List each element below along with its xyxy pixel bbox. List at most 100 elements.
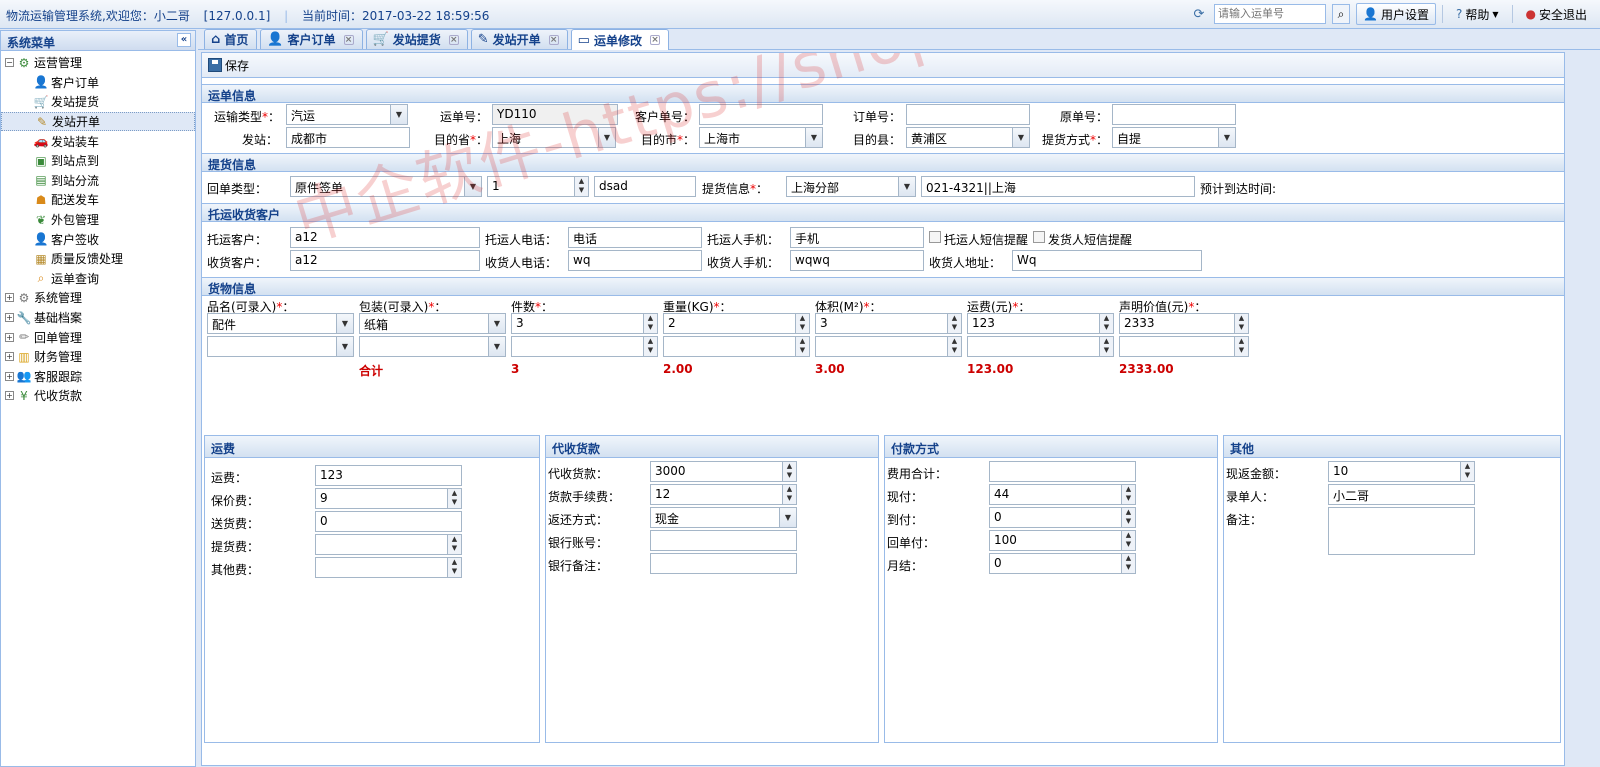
shipper-sms-checkbox[interactable]	[929, 231, 941, 243]
stepper-arrows-icon[interactable]: ▲ ▼	[643, 314, 657, 333]
sidebar-item-customer-sign[interactable]: 👤 客户签收	[1, 229, 195, 249]
close-icon[interactable]: ×	[448, 34, 459, 45]
search-icon[interactable]: ⌕	[1331, 4, 1350, 24]
tree-group-customer-service[interactable]: + 👥 客服跟踪	[1, 367, 195, 387]
monthly-pay-stepper[interactable]: 0 ▲ ▼	[989, 553, 1136, 574]
delivery-fee-field[interactable]: 0	[315, 511, 462, 532]
logout-button[interactable]: ● 安全退出	[1519, 3, 1595, 25]
stepper-arrows-icon[interactable]: ▲ ▼	[1121, 531, 1135, 550]
sidebar-item-quality-feedback[interactable]: ▦ 质量反馈处理	[1, 249, 195, 269]
freight-field[interactable]: 123	[315, 465, 462, 486]
tab-station-billing[interactable]: ✎ 发站开单 ×	[470, 29, 568, 49]
stepper-arrows-icon[interactable]: ▲ ▼	[1099, 337, 1113, 356]
tree-group-cod[interactable]: + ¥ 代收货款	[1, 386, 195, 406]
sidebar-item-arrival-check[interactable]: ▣ 到站点到	[1, 151, 195, 171]
sidebar-item-station-loading[interactable]: 🚗 发站装车	[1, 131, 195, 151]
tab-waybill-edit[interactable]: ▭ 运单修改 ×	[570, 29, 669, 50]
chevron-down-icon[interactable]: ▼	[336, 337, 353, 356]
pickup-fee-stepper[interactable]: ▲ ▼	[315, 534, 462, 555]
stepper-arrows-icon[interactable]: ▲ ▼	[1460, 462, 1474, 481]
entry-user-field[interactable]: 小二哥	[1328, 484, 1475, 505]
chevron-down-icon[interactable]: ▼	[336, 314, 353, 333]
chevron-down-icon[interactable]: ▼	[898, 177, 915, 196]
tree-group-operations[interactable]: − ⚙ 运营管理	[1, 53, 195, 73]
goods-name-select-2[interactable]: ▼	[207, 336, 354, 357]
receiver-phone-field[interactable]: wq	[568, 250, 702, 271]
goods-declared-stepper-2[interactable]: ▲ ▼	[1119, 336, 1249, 357]
stepper-arrows-icon[interactable]: ▲ ▼	[643, 337, 657, 356]
stepper-arrows-icon[interactable]: ▲ ▼	[1099, 314, 1113, 333]
close-icon[interactable]: ×	[548, 34, 559, 45]
expand-toggle-icon[interactable]: +	[5, 352, 14, 362]
stepper-arrows-icon[interactable]: ▲ ▼	[1121, 554, 1135, 573]
stepper-arrows-icon[interactable]: ▲ ▼	[795, 337, 809, 356]
receipt-type-select[interactable]: 原件签单 ▼	[290, 176, 482, 197]
cod-fee-stepper[interactable]: 12 ▲ ▼	[650, 484, 797, 505]
stepper-arrows-icon[interactable]: ▲ ▼	[1234, 314, 1248, 333]
shipper-mobile-field[interactable]: 手机	[790, 227, 924, 248]
chevron-down-icon[interactable]: ▼	[779, 508, 796, 527]
chevron-down-icon[interactable]: ▼	[390, 105, 407, 124]
chevron-down-icon[interactable]: ▼	[488, 337, 505, 356]
chevron-down-icon[interactable]: ▼	[464, 177, 481, 196]
cashback-stepper[interactable]: 10 ▲ ▼	[1328, 461, 1475, 482]
goods-weight-stepper[interactable]: 2 ▲ ▼	[663, 313, 810, 334]
origin-field[interactable]: 成都市	[286, 127, 410, 148]
receipt-note-field[interactable]: dsad	[594, 176, 696, 197]
sidebar-item-delivery[interactable]: ☗ 配送发车	[1, 190, 195, 210]
bank-account-field[interactable]	[650, 530, 797, 551]
expand-toggle-icon[interactable]: +	[5, 293, 14, 303]
dest-city-select[interactable]: 上海市 ▼	[699, 127, 823, 148]
sidebar-item-station-billing[interactable]: ✎ 发站开单	[1, 111, 195, 132]
remark-textarea[interactable]	[1328, 507, 1475, 555]
chevron-down-icon[interactable]: ▼	[805, 128, 822, 147]
receiver-address-field[interactable]: Wq	[1012, 250, 1202, 271]
order-no-field[interactable]	[906, 104, 1030, 125]
transport-type-select[interactable]: 汽运 ▼	[286, 104, 408, 125]
user-settings-button[interactable]: 👤 用户设置	[1355, 3, 1436, 25]
waybill-search-input[interactable]	[1213, 4, 1326, 24]
stepper-arrows-icon[interactable]: ▲ ▼	[947, 337, 961, 356]
receiver-field[interactable]: a12	[290, 250, 480, 271]
receipt-pay-stepper[interactable]: 100 ▲ ▼	[989, 530, 1136, 551]
chevron-down-icon[interactable]: ▼	[1012, 128, 1029, 147]
help-button[interactable]: ? 帮助 ▼	[1449, 3, 1506, 25]
stepper-arrows-icon[interactable]: ▲ ▼	[447, 535, 461, 554]
save-button[interactable]: 保存	[208, 57, 249, 74]
stepper-arrows-icon[interactable]: ▲ ▼	[1121, 508, 1135, 527]
stepper-arrows-icon[interactable]: ▲ ▼	[447, 558, 461, 577]
close-icon[interactable]: ×	[343, 34, 354, 45]
customer-no-field[interactable]	[699, 104, 823, 125]
other-fee-stepper[interactable]: ▲ ▼	[315, 557, 462, 578]
stepper-arrows-icon[interactable]: ▲ ▼	[1121, 485, 1135, 504]
goods-count-stepper[interactable]: 3 ▲ ▼	[511, 313, 658, 334]
return-method-select[interactable]: 现金 ▼	[650, 507, 797, 528]
goods-count-stepper-2[interactable]: ▲ ▼	[511, 336, 658, 357]
chevron-down-icon[interactable]: ▼	[1218, 128, 1235, 147]
refresh-icon[interactable]: ⟳	[1190, 5, 1208, 23]
goods-package-select[interactable]: 纸箱 ▼	[359, 313, 506, 334]
goods-package-select-2[interactable]: ▼	[359, 336, 506, 357]
stepper-arrows-icon[interactable]: ▲ ▼	[447, 489, 461, 508]
stepper-arrows-icon[interactable]: ▲ ▼	[574, 177, 588, 196]
stepper-arrows-icon[interactable]: ▲ ▼	[782, 485, 796, 504]
collapse-icon[interactable]: «	[177, 33, 191, 47]
stepper-arrows-icon[interactable]: ▲ ▼	[947, 314, 961, 333]
sidebar-item-waybill-query[interactable]: ⌕ 运单查询	[1, 269, 195, 289]
tree-group-master-data[interactable]: + 🔧 基础档案	[1, 308, 195, 328]
goods-declared-stepper[interactable]: 2333 ▲ ▼	[1119, 313, 1249, 334]
pickup-branch-select[interactable]: 上海分部 ▼	[786, 176, 916, 197]
tab-station-pickup[interactable]: 🛒 发站提货 ×	[365, 29, 468, 49]
chevron-down-icon[interactable]: ▼	[598, 128, 615, 147]
goods-name-select[interactable]: 配件 ▼	[207, 313, 354, 334]
receipt-count-stepper[interactable]: 1 ▲ ▼	[487, 176, 589, 197]
tab-home[interactable]: ⌂ 首页	[204, 29, 258, 49]
tree-group-receipt[interactable]: + ✏ 回单管理	[1, 327, 195, 347]
dest-province-select[interactable]: 上海 ▼	[492, 127, 616, 148]
tree-group-finance[interactable]: + ▥ 财务管理	[1, 347, 195, 367]
close-icon[interactable]: ×	[649, 35, 660, 45]
bank-note-field[interactable]	[650, 553, 797, 574]
original-no-field[interactable]	[1112, 104, 1236, 125]
pickup-method-select[interactable]: 自提 ▼	[1112, 127, 1236, 148]
stepper-arrows-icon[interactable]: ▲ ▼	[795, 314, 809, 333]
